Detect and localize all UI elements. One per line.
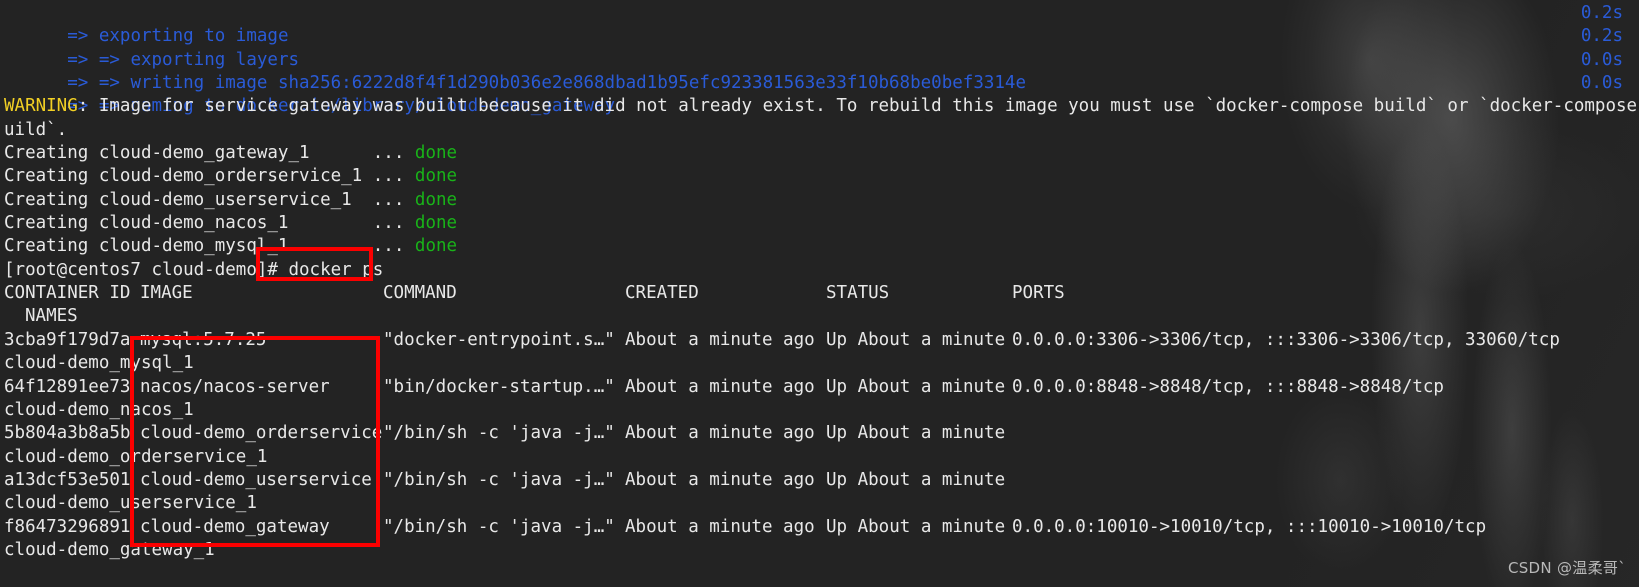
- build-step-duration: 0.0s: [1580, 49, 1623, 70]
- creating-text: Creating cloud-demo_mysql_1 ...: [4, 236, 415, 257]
- cell-image: cloud-demo_orderservice: [140, 423, 383, 444]
- cell-command: "/bin/sh -c 'java -j…": [383, 423, 615, 444]
- cell-image: cloud-demo_gateway: [140, 516, 330, 537]
- creating-status: done: [414, 213, 458, 234]
- build-step-text: exporting layers: [119, 49, 300, 70]
- build-step-prefix: =>: [67, 26, 89, 47]
- build-step-duration: 0.2s: [1580, 26, 1623, 47]
- cell-command: "/bin/sh -c 'java -j…": [383, 469, 615, 490]
- column-header-status: STATUS: [826, 283, 890, 304]
- terminal-output[interactable]: => exporting to image => => exporting la…: [0, 0, 1639, 587]
- cell-status: Up About a minute: [826, 516, 1006, 537]
- cell-names: cloud-demo_gateway_1: [4, 539, 215, 560]
- creating-status: done: [414, 236, 458, 257]
- cell-created: About a minute ago: [625, 516, 815, 537]
- cell-names: cloud-demo_nacos_1: [4, 399, 194, 420]
- build-step-duration: 0.0s: [1580, 73, 1623, 93]
- cell-created: About a minute ago: [625, 329, 815, 350]
- cell-created: About a minute ago: [625, 423, 815, 444]
- cell-status: Up About a minute: [826, 329, 1006, 350]
- table-row: 5b804a3b8a5b cloud-demo_orderservice "/b…: [4, 422, 1639, 445]
- cell-image: cloud-demo_userservice: [140, 469, 372, 490]
- column-header-command: COMMAND: [383, 283, 457, 304]
- docker-ps-command: docker ps: [288, 259, 384, 280]
- creating-line: Creating cloud-demo_gateway_1 ... done: [4, 142, 1639, 165]
- table-row: 3cba9f179d7a mysql:5.7.25 "docker-entryp…: [4, 329, 1639, 352]
- cell-container-id: 64f12891ee73: [4, 376, 131, 397]
- cell-ports: 0.0.0.0:10010->10010/tcp, :::10010->1001…: [1012, 516, 1487, 537]
- shell-prompt-line[interactable]: [root@centos7 cloud-demo]# docker ps: [4, 259, 1639, 282]
- creating-status: done: [414, 189, 458, 210]
- cell-status: Up About a minute: [826, 376, 1006, 397]
- creating-text: Creating cloud-demo_nacos_1 ...: [4, 213, 415, 234]
- build-step-text: exporting to image: [88, 26, 289, 47]
- column-header-image: IMAGE: [140, 283, 193, 304]
- table-row: a13dcf53e501 cloud-demo_userservice "/bi…: [4, 469, 1639, 492]
- cell-command: "docker-entrypoint.s…": [383, 329, 615, 350]
- cell-ports: 0.0.0.0:3306->3306/tcp, :::3306->3306/tc…: [1012, 329, 1560, 350]
- creating-line: Creating cloud-demo_userservice_1 ... do…: [4, 189, 1639, 212]
- cell-image: mysql:5.7.25: [140, 329, 267, 350]
- cell-image: nacos/nacos-server: [140, 376, 330, 397]
- cell-created: About a minute ago: [625, 376, 815, 397]
- column-header-container-id: CONTAINER ID: [4, 283, 131, 304]
- cell-ports: 0.0.0.0:8848->8848/tcp, :::8848->8848/tc…: [1012, 376, 1444, 397]
- cell-container-id: 5b804a3b8a5b: [4, 423, 131, 444]
- column-header-names: NAMES: [25, 306, 78, 327]
- table-row: f86473296891 cloud-demo_gateway "/bin/sh…: [4, 516, 1639, 539]
- warning-label: WARNING: [4, 96, 78, 117]
- creating-line: Creating cloud-demo_nacos_1 ... done: [4, 212, 1639, 235]
- cell-command: "/bin/sh -c 'java -j…": [383, 516, 615, 537]
- build-step-duration: 0.2s: [1580, 3, 1623, 23]
- column-header-ports: PORTS: [1012, 283, 1065, 304]
- csdn-watermark: CSDN @温柔哥`: [1507, 558, 1626, 577]
- cell-container-id: 3cba9f179d7a: [4, 329, 131, 350]
- creating-text: Creating cloud-demo_gateway_1 ...: [4, 143, 415, 164]
- cell-status: Up About a minute: [826, 469, 1006, 490]
- warning-text: : Image for service gateway was built be…: [77, 96, 1639, 117]
- creating-line: Creating cloud-demo_mysql_1 ... done: [4, 235, 1639, 258]
- cell-container-id: a13dcf53e501: [4, 469, 131, 490]
- build-step-text: writing image sha256:6222d8f4f1d290b036e…: [119, 73, 1026, 94]
- cell-names: cloud-demo_mysql_1: [4, 353, 194, 374]
- creating-line: Creating cloud-demo_orderservice_1 ... d…: [4, 165, 1639, 188]
- cell-command: "bin/docker-startup.…": [383, 376, 615, 397]
- cell-container-id: f86473296891: [4, 516, 131, 537]
- cell-status: Up About a minute: [826, 423, 1006, 444]
- creating-status: done: [414, 166, 458, 187]
- column-header-created: CREATED: [625, 283, 699, 304]
- cell-names: cloud-demo_userservice_1: [4, 493, 257, 514]
- table-header-row: CONTAINER ID IMAGE COMMAND CREATED STATU…: [4, 282, 1639, 305]
- build-step-prefix: => =>: [67, 49, 120, 70]
- creating-status: done: [414, 143, 458, 164]
- terminal-window[interactable]: => exporting to image => => exporting la…: [0, 0, 1639, 587]
- creating-text: Creating cloud-demo_userservice_1 ...: [4, 189, 415, 210]
- table-row: 64f12891ee73 nacos/nacos-server "bin/doc…: [4, 376, 1639, 399]
- warning-line-continued: uild`.: [4, 119, 68, 140]
- cell-names: cloud-demo_orderservice_1: [4, 446, 268, 467]
- shell-prompt: [root@centos7 cloud-demo]#: [4, 259, 289, 280]
- build-step-line: => exporting to image: [4, 2, 1639, 46]
- cell-created: About a minute ago: [625, 469, 815, 490]
- creating-text: Creating cloud-demo_orderservice_1 ...: [4, 166, 415, 187]
- build-step-prefix: => =>: [67, 73, 120, 94]
- warning-line: WARNING: Image for service gateway was b…: [4, 95, 1639, 118]
